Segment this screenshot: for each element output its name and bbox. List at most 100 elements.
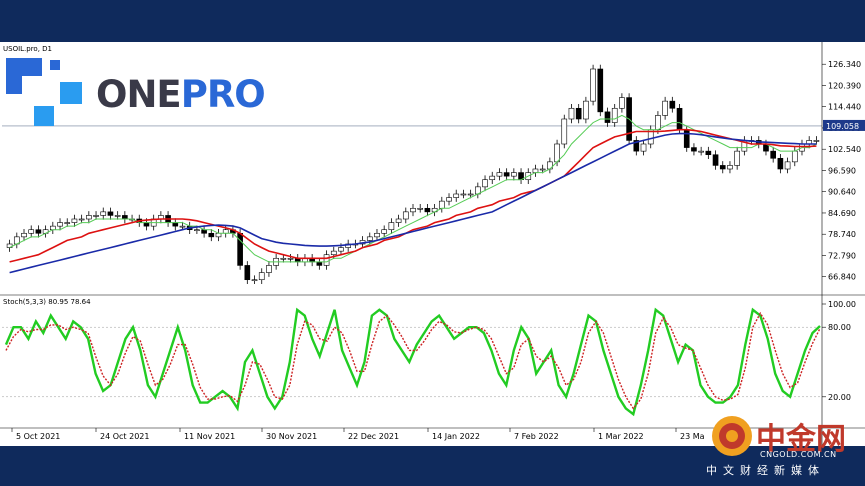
candle — [417, 207, 424, 210]
stoch-d-line — [5, 311, 821, 410]
candle — [244, 265, 251, 281]
candle — [28, 229, 35, 234]
x-tick-label: 1 Mar 2022 — [598, 432, 644, 441]
candle — [287, 257, 294, 260]
candle — [266, 265, 272, 273]
onepro-mark-icon — [6, 58, 82, 126]
x-tick-label: 7 Feb 2022 — [514, 432, 559, 441]
price-tick-label: 66.840 — [828, 273, 856, 282]
candle — [453, 193, 460, 198]
logo-word-one: ONE — [96, 73, 182, 116]
candle — [71, 218, 78, 223]
price-tick-label: 114.440 — [828, 103, 861, 112]
stochastic-title: Stoch(5,3,3) 80.95 78.64 — [3, 298, 91, 306]
ma-fast-line — [9, 114, 817, 263]
candle — [705, 150, 712, 156]
candle — [366, 236, 373, 241]
candle — [388, 222, 395, 231]
candle — [590, 68, 596, 102]
candle — [467, 193, 474, 196]
candle — [719, 165, 726, 170]
x-tick-label: 5 Oct 2021 — [16, 432, 60, 441]
candle — [251, 279, 258, 282]
logo-word-pro: PRO — [180, 73, 266, 116]
cngold-logo-icon — [712, 416, 752, 456]
candle — [683, 129, 690, 148]
x-tick-label: 30 Nov 2021 — [266, 432, 317, 441]
price-tick-label: 120.390 — [828, 81, 861, 90]
candle — [503, 172, 510, 177]
stoch-tick-label: 20.00 — [828, 393, 851, 402]
candle — [511, 172, 517, 177]
candle — [330, 250, 337, 256]
candle — [64, 222, 71, 224]
candle — [424, 207, 431, 213]
price-tick-label: 96.590 — [828, 166, 856, 175]
candle — [50, 225, 56, 231]
candle — [208, 232, 215, 238]
candle — [57, 222, 63, 227]
candle — [201, 229, 207, 234]
candle — [813, 140, 820, 142]
candle — [662, 100, 668, 116]
candle — [676, 107, 683, 131]
price-tick-label: 126.340 — [828, 60, 861, 69]
candle — [777, 157, 784, 170]
x-tick-label: 11 Nov 2021 — [184, 432, 235, 441]
stoch-tick-label: 80.00 — [828, 323, 851, 332]
candle — [395, 218, 402, 223]
cngold-watermark: 中金网 CNGOLD.COM.CN 中文财经新媒体 — [706, 412, 865, 484]
candle — [381, 229, 388, 234]
watermark-slogan: 中文财经新媒体 — [706, 464, 825, 477]
candle — [35, 229, 42, 234]
price-tick-label: 78.740 — [828, 230, 856, 239]
candle — [194, 229, 200, 232]
candle — [93, 215, 99, 217]
candle — [122, 215, 128, 220]
candle — [554, 143, 560, 163]
candle — [338, 247, 344, 252]
candle — [655, 115, 661, 131]
logo-wordmark: ONEPRO — [96, 73, 266, 116]
candle — [172, 222, 179, 227]
x-tick-label: 14 Jan 2022 — [432, 432, 480, 441]
candle — [438, 200, 445, 209]
candle — [619, 97, 625, 109]
candle — [374, 232, 380, 238]
candle — [583, 100, 589, 120]
price-tick-label: 84.690 — [828, 209, 856, 218]
candle — [114, 215, 121, 217]
candle — [698, 150, 704, 153]
x-tick-label: 23 Ma — [680, 432, 705, 441]
candle — [222, 229, 229, 234]
candle — [712, 154, 719, 166]
candle — [532, 168, 539, 173]
candle — [258, 272, 265, 281]
ma-slow-line — [9, 132, 817, 274]
candle — [691, 147, 697, 152]
candle — [280, 257, 287, 260]
candle — [640, 143, 647, 152]
candle — [21, 232, 27, 238]
candle — [179, 225, 186, 228]
stochastic-panel: Stoch(5,3,3) 80.95 78.64 — [2, 298, 822, 417]
candle — [611, 107, 618, 123]
price-tick-label: 72.790 — [828, 251, 856, 260]
candle — [669, 100, 676, 109]
candle — [770, 150, 776, 159]
candle — [86, 215, 92, 220]
watermark-url: CNGOLD.COM.CN — [760, 450, 837, 459]
candle — [784, 161, 791, 170]
candle — [539, 168, 546, 171]
candle — [496, 172, 503, 177]
candle — [604, 111, 611, 123]
x-tick-label: 22 Dec 2021 — [348, 432, 399, 441]
onepro-logo: ONEPRO — [4, 50, 266, 132]
candle — [460, 193, 467, 196]
candle — [107, 211, 114, 216]
candle — [100, 211, 107, 216]
candle — [597, 68, 604, 113]
candle — [727, 165, 733, 170]
candle — [410, 207, 416, 213]
candle — [489, 175, 496, 181]
